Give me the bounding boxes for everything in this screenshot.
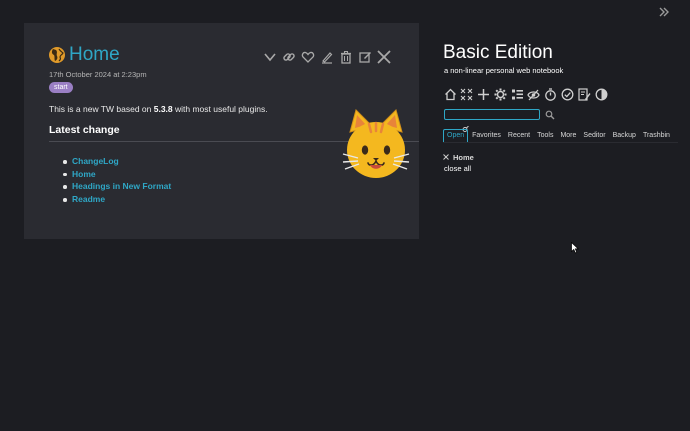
link-home[interactable]: Home [63,168,171,181]
hide-sidebar-icon[interactable] [657,5,671,19]
permalink-button[interactable] [280,49,297,65]
open-item-label[interactable]: Home [453,153,474,162]
close-icon[interactable] [376,49,392,65]
edit-button[interactable] [356,49,373,65]
latest-change-list: ChangeLog Home Headings in New Format Re… [63,155,171,206]
tab-backup[interactable]: Backup [610,129,639,143]
link-changelog[interactable]: ChangeLog [63,155,171,168]
link-icon[interactable] [282,50,296,64]
visibility-icon[interactable] [527,88,541,101]
body-version: 5.3.8 [153,104,173,114]
tiddler-body-text: This is a new TW based on 5.3.8 with mos… [49,104,268,114]
tab-recent[interactable]: Recent [505,129,533,143]
timer-button[interactable] [544,87,558,101]
close-tiddler-button[interactable] [375,49,392,65]
more-actions-button[interactable] [261,49,278,65]
link-headings-new-format[interactable]: Headings in New Format [63,180,171,193]
edit-list-button[interactable] [577,87,591,101]
story-view-button[interactable] [510,87,524,101]
control-panel-button[interactable] [493,87,507,101]
page-toolbar [443,87,611,101]
pen-icon[interactable] [320,50,334,64]
tiddler-title-text: Home [69,44,120,65]
timer-icon[interactable] [544,87,557,101]
contrast-icon[interactable] [595,88,608,101]
tab-open[interactable]: Open [443,129,469,143]
new-tiddler-icon[interactable] [477,88,490,101]
delete-button[interactable] [337,49,354,65]
tiddler-home: Home 17th October 2024 at 2:23pm start T… [24,23,419,239]
link-readme[interactable]: Readme [63,193,171,206]
check-icon[interactable] [561,88,574,101]
body-prefix: This is a new TW based on [49,104,154,114]
trash-icon[interactable] [339,50,353,64]
globe-icon [49,47,65,63]
tab-tools[interactable]: Tools [534,129,556,143]
tab-favorites[interactable]: Favorites [469,129,504,143]
close-all-icon[interactable] [460,88,473,101]
settings-icon[interactable] [494,88,507,101]
search-icon[interactable] [545,110,555,120]
open-item-home[interactable]: Home [443,152,474,162]
favorite-button[interactable] [299,49,316,65]
site-title: Basic Edition [443,42,553,63]
home-icon[interactable] [444,88,457,101]
check-button[interactable] [561,87,575,101]
chevron-down-icon[interactable] [263,50,277,64]
home-button[interactable] [443,87,457,101]
tab-more[interactable]: More [557,129,579,143]
latest-change-heading: Latest change [49,124,120,136]
tiddler-date: 17th October 2024 at 2:23pm [49,70,147,79]
edit-list-icon[interactable] [578,87,591,101]
close-icon[interactable] [443,154,449,160]
close-all-button[interactable] [460,87,474,101]
cat-face-icon [342,109,410,178]
list-icon[interactable] [511,88,524,101]
body-suffix: with most useful plugins. [172,104,268,114]
tiddler-title: Home [48,43,120,67]
new-tiddler-button[interactable] [477,87,491,101]
tab-trashbin[interactable]: Trashbin [640,129,673,143]
tab-seditor[interactable]: Seditor [580,129,608,143]
edit-icon[interactable] [358,50,372,64]
write-button[interactable] [318,49,335,65]
sidebar-tabs: Open Favorites Recent Tools More Seditor… [443,129,674,143]
theme-toggle-button[interactable] [594,87,608,101]
heart-icon[interactable] [301,50,315,64]
close-all-link[interactable]: close all [444,164,471,173]
mouse-cursor-icon [571,242,579,254]
site-subtitle: a non-linear personal web notebook [444,66,564,75]
tabs-divider [443,142,678,143]
hide-button[interactable] [527,87,541,101]
tiddler-toolbar [261,49,394,65]
tag-start[interactable]: start [49,82,73,93]
search-input[interactable] [444,109,540,120]
